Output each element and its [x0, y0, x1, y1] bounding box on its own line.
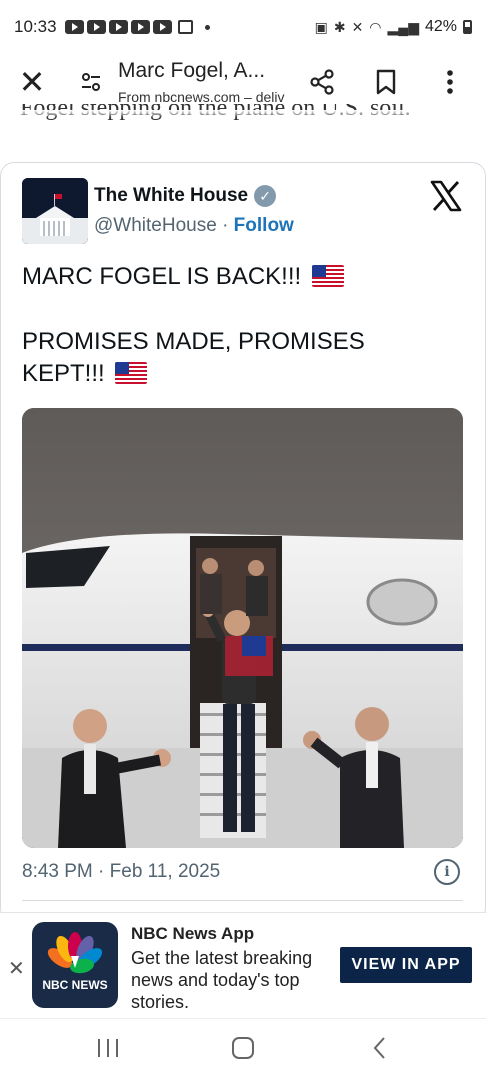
- bookmark-svg: [376, 69, 396, 95]
- bluetooth-icon: ✱: [333, 18, 346, 35]
- battery-percent: 42%: [424, 18, 457, 35]
- verified-badge-icon: ✓: [254, 185, 277, 207]
- youtube-notification-icon: [130, 20, 150, 34]
- recent-apps-icon[interactable]: [78, 1030, 138, 1066]
- wifi-icon: ◠: [369, 18, 382, 35]
- tune-icon[interactable]: [64, 54, 118, 110]
- white-house-logo-svg: [22, 178, 88, 244]
- tweet-divider: [22, 900, 463, 901]
- youtube-notification-icon: [152, 20, 172, 34]
- page-title-block[interactable]: Marc Fogel, A... From nbcnews.com – deli…: [118, 59, 290, 105]
- youtube-notification-icon: [64, 20, 84, 34]
- tweet-author-name[interactable]: The White House ✓: [94, 185, 277, 207]
- bookmark-icon[interactable]: [354, 54, 418, 110]
- banner-close-icon[interactable]: ✕: [8, 956, 25, 981]
- status-time: 10:33: [14, 17, 57, 36]
- tweet-text-line2: PROMISES MADE, PROMISES: [22, 328, 365, 355]
- share-icon[interactable]: [290, 54, 354, 110]
- banner-description: Get the latest breaking news and today's…: [131, 948, 313, 1012]
- nbc-peacock-icon: [47, 932, 103, 974]
- recent-apps-svg: [98, 1039, 118, 1057]
- tune-svg: [82, 73, 100, 91]
- tweet-photo[interactable]: [22, 408, 463, 848]
- status-right: ▣ ✱ ✕ ◠ ▂▄▆ 42%: [315, 18, 472, 36]
- back-svg: [373, 1037, 385, 1059]
- toolbar-shadow: [0, 110, 486, 118]
- back-icon[interactable]: [350, 1030, 410, 1066]
- more-vert-svg: [447, 70, 453, 94]
- tweet-text-line1: MARC FOGEL IS BACK!!!: [22, 262, 462, 292]
- news-notification-icon: [177, 20, 193, 34]
- tweet-text-line1-text: MARC FOGEL IS BACK!!!: [22, 263, 302, 290]
- tweet-handle-row: @WhiteHouse · Follow: [94, 215, 294, 237]
- more-notifications-dot: [204, 24, 210, 30]
- nbc-news-logo[interactable]: NBC NEWS: [32, 922, 118, 1008]
- us-flag-icon: [115, 362, 148, 384]
- x-logo-svg: [430, 180, 462, 212]
- tweet-text-line3: KEPT!!!: [22, 359, 462, 389]
- battery-icon: [463, 20, 472, 34]
- notification-icons: [64, 20, 193, 34]
- home-svg: [232, 1037, 254, 1059]
- share-svg: [310, 69, 334, 95]
- follow-button[interactable]: Follow: [234, 215, 294, 236]
- nfc-icon: ▣: [314, 18, 328, 35]
- view-in-app-button[interactable]: VIEW IN APP: [340, 947, 472, 983]
- home-icon[interactable]: [213, 1030, 273, 1066]
- tweet-photo-svg: [22, 408, 463, 848]
- info-icon[interactable]: i: [434, 859, 460, 885]
- author-name-text: The White House: [94, 185, 249, 206]
- signal-icon: ▂▄▆: [387, 18, 419, 35]
- logo-text: NBC NEWS: [42, 978, 108, 992]
- mute-icon: ✕: [351, 18, 364, 35]
- tweet-handle[interactable]: @WhiteHouse: [94, 215, 217, 236]
- close-icon[interactable]: ✕: [0, 54, 64, 110]
- us-flag-icon: [311, 265, 344, 287]
- status-bar: 10:33 ▣ ✱ ✕ ◠ ▂▄▆ 42%: [0, 0, 486, 54]
- tweet-timestamp[interactable]: 8:43 PM · Feb 11, 2025: [22, 861, 220, 883]
- x-logo-icon[interactable]: [430, 180, 462, 212]
- youtube-notification-icon: [108, 20, 128, 34]
- banner-title: NBC News App: [131, 924, 255, 943]
- source-url: From nbcnews.com – deliv: [118, 89, 285, 105]
- youtube-notification-icon: [86, 20, 106, 34]
- handle-separator: ·: [222, 215, 229, 236]
- page-title: Marc Fogel, A...: [118, 59, 266, 82]
- browser-toolbar: ✕ Marc Fogel, A... From nbcnews.com – de…: [0, 54, 486, 110]
- tweet-text-line3-text: KEPT!!!: [22, 360, 105, 387]
- white-house-avatar[interactable]: [22, 178, 88, 244]
- more-vert-icon[interactable]: [418, 54, 482, 110]
